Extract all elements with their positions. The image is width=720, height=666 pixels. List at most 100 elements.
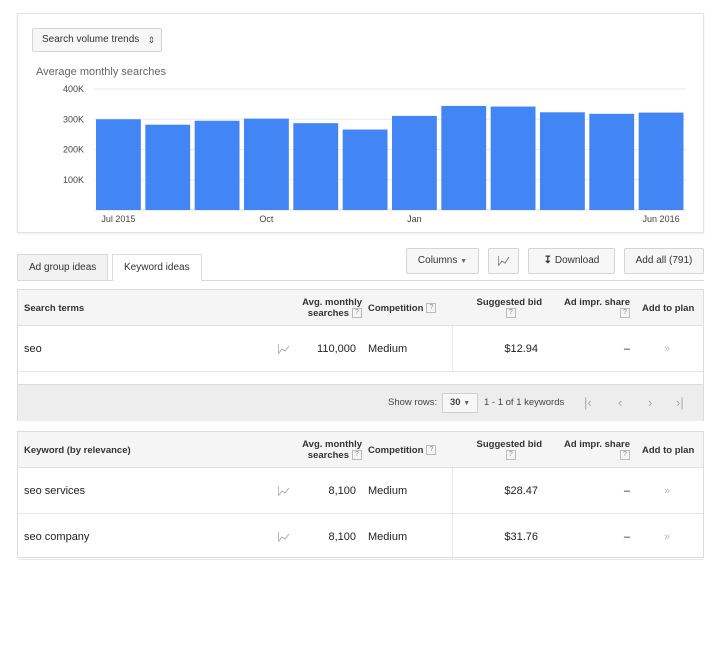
bar-oct-2015[interactable] — [244, 119, 289, 210]
search-terms-table: Search terms Avg. monthly searches? Comp… — [17, 289, 704, 385]
header-share-label: Ad impr. share — [564, 297, 630, 308]
x-tick-label: Jan — [407, 214, 422, 224]
keyword-cell: seo — [24, 326, 42, 372]
next-page-icon[interactable]: › — [648, 385, 652, 421]
bar-jul-2015[interactable] — [96, 119, 141, 210]
download-label: Download — [555, 255, 599, 266]
download-button[interactable]: ↧ Download — [528, 248, 615, 274]
bar-nov-2015[interactable] — [293, 123, 338, 210]
caret-down-icon: ▼ — [460, 258, 467, 265]
add-all-label: Add all (791) — [636, 255, 693, 266]
bar-jun-2016[interactable] — [639, 113, 684, 210]
avg-searches-cell: 110,000 — [294, 326, 356, 372]
header-avg-line2: searches — [308, 308, 349, 319]
bar-apr-2016[interactable] — [540, 112, 585, 210]
show-rows-label: Show rows: — [388, 385, 437, 421]
search-volume-trends-dropdown[interactable]: Search volume trends ⇕ — [32, 28, 162, 52]
y-tick-label: 300K — [63, 114, 84, 124]
first-page-icon[interactable]: |‹ — [584, 385, 592, 421]
header-suggested-bid[interactable]: Suggested bid ? — [458, 432, 542, 468]
suggested-bid-cell: $12.94 — [458, 326, 538, 372]
header-competition[interactable]: Competition? — [368, 290, 458, 326]
search-volume-chart-card: Average monthly searches 400K 300K 200K 100K… — [17, 13, 704, 233]
x-tick-label: Jul 2015 — [101, 214, 135, 224]
caret-down-icon: ▼ — [463, 400, 470, 407]
help-icon[interactable]: ? — [426, 303, 436, 313]
tab-keyword-ideas[interactable]: Keyword ideas — [112, 254, 202, 281]
help-icon[interactable]: ? — [506, 450, 516, 460]
header-avg-line1: Avg. monthly — [302, 297, 362, 308]
header-avg-monthly[interactable]: Avg. monthly searches? — [280, 432, 362, 468]
header-bid-label: Suggested bid — [477, 297, 542, 308]
suggested-bid-cell: $28.47 — [458, 468, 538, 514]
line-chart-icon — [498, 256, 510, 266]
table-row: seo 110,000 Medium $12.94 – » — [18, 326, 703, 372]
add-to-plan-icon[interactable]: » — [664, 468, 670, 514]
table-row: seo services 8,100 Medium $28.47 – » — [18, 468, 703, 514]
avg-searches-cell: 8,100 — [294, 514, 356, 560]
chart-toggle-button[interactable] — [488, 248, 519, 274]
header-competition-label: Competition — [368, 445, 423, 456]
header-ad-impr-share[interactable]: Ad impr. share ? — [548, 290, 630, 326]
table-header: Search terms Avg. monthly searches? Comp… — [18, 290, 703, 326]
header-add-to-plan: Add to plan — [642, 290, 702, 326]
columns-button[interactable]: Columns ▼ — [406, 248, 479, 274]
chart-title: Average monthly searches — [36, 66, 167, 78]
x-tick-label: Jun 2016 — [643, 214, 680, 224]
competition-cell: Medium — [368, 468, 407, 514]
help-icon[interactable]: ? — [352, 450, 362, 460]
page-range-label: 1 - 1 of 1 keywords — [484, 385, 564, 421]
bar-aug-2015[interactable] — [145, 125, 190, 210]
help-icon[interactable]: ? — [620, 450, 630, 460]
suggested-bid-cell: $31.76 — [458, 514, 538, 560]
tab-label: Ad group ideas — [29, 262, 96, 273]
dropdown-label: Search volume trends — [42, 34, 139, 45]
header-suggested-bid[interactable]: Suggested bid ? — [458, 290, 542, 326]
trend-chart-icon[interactable] — [278, 344, 290, 354]
help-icon[interactable]: ? — [426, 445, 436, 455]
rows-per-page-select[interactable]: 30 ▼ — [442, 393, 478, 413]
tab-ad-group-ideas[interactable]: Ad group ideas — [17, 254, 108, 281]
prev-page-icon[interactable]: ‹ — [618, 385, 622, 421]
ad-impr-share-cell: – — [578, 514, 630, 560]
table-row: seo company 8,100 Medium $31.76 – » — [18, 514, 703, 560]
updown-arrows-icon: ⇕ — [148, 29, 156, 51]
add-to-plan-icon[interactable]: » — [664, 326, 670, 372]
download-icon: ↧ — [544, 255, 552, 266]
trend-chart-icon[interactable] — [278, 486, 290, 496]
help-icon[interactable]: ? — [506, 308, 516, 318]
bar-sep-2015[interactable] — [195, 121, 240, 210]
rows-value: 30 — [450, 397, 461, 408]
table-header: Keyword (by relevance) Avg. monthly sear… — [18, 432, 703, 468]
keyword-cell: seo services — [24, 468, 85, 514]
header-competition[interactable]: Competition? — [368, 432, 458, 468]
bar-dec-2015[interactable] — [343, 130, 388, 210]
keyword-ideas-table: Keyword (by relevance) Avg. monthly sear… — [17, 431, 704, 558]
trend-chart-icon[interactable] — [278, 532, 290, 542]
help-icon[interactable]: ? — [620, 308, 630, 318]
header-ad-impr-share[interactable]: Ad impr. share ? — [548, 432, 630, 468]
avg-searches-cell: 8,100 — [294, 468, 356, 514]
y-tick-label: 200K — [63, 145, 84, 155]
header-search-terms[interactable]: Search terms — [24, 290, 224, 326]
header-bid-label: Suggested bid — [477, 439, 542, 450]
competition-cell: Medium — [368, 514, 407, 560]
competition-cell: Medium — [368, 326, 407, 372]
help-icon[interactable]: ? — [352, 308, 362, 318]
bar-mar-2016[interactable] — [491, 107, 536, 210]
y-tick-label: 400K — [63, 84, 84, 94]
add-all-button[interactable]: Add all (791) — [624, 248, 704, 274]
tab-label: Keyword ideas — [124, 262, 190, 273]
ad-impr-share-cell: – — [578, 468, 630, 514]
add-to-plan-icon[interactable]: » — [664, 514, 670, 560]
bar-feb-2016[interactable] — [441, 106, 486, 210]
header-avg-monthly[interactable]: Avg. monthly searches? — [280, 290, 362, 326]
bar-may-2016[interactable] — [589, 114, 634, 210]
column-divider — [452, 326, 453, 372]
pagination-bar: Show rows: 30 ▼ 1 - 1 of 1 keywords |‹ ‹… — [17, 385, 704, 421]
header-keyword-relevance[interactable]: Keyword (by relevance) — [24, 432, 224, 468]
y-tick-label: 100K — [63, 175, 84, 185]
keyword-cell: seo company — [24, 514, 89, 560]
bar-jan-2016[interactable] — [392, 116, 437, 210]
last-page-icon[interactable]: ›| — [676, 385, 684, 421]
